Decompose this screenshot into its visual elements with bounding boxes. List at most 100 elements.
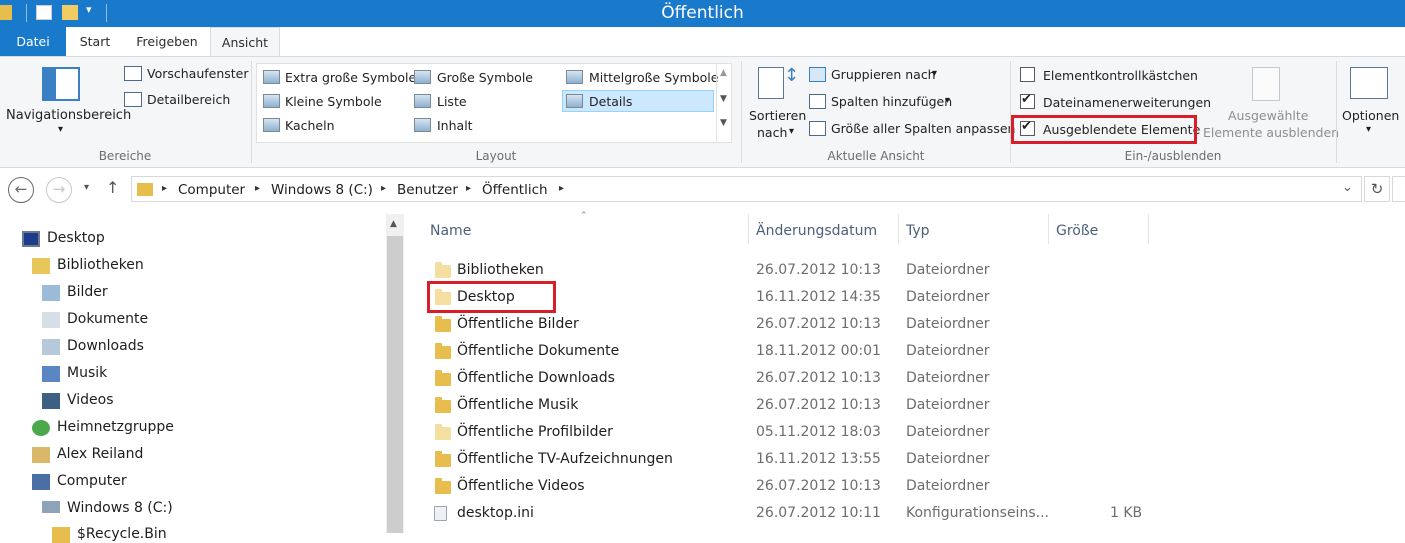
breadcrumb-drive[interactable]: Windows 8 (C:) (271, 182, 373, 198)
hide-selected-button[interactable]: Ausgewählte (1228, 108, 1308, 123)
forward-button[interactable]: → (46, 177, 72, 203)
nav-item-pictures[interactable]: Bilder (67, 284, 108, 300)
file-type: Dateiordner (906, 451, 990, 467)
nav-item-recycle-bin[interactable]: $Recycle.Bin (77, 526, 167, 542)
layout-extra-large-icons[interactable]: Extra große Symbole (285, 70, 416, 85)
fit-columns-button[interactable]: Größe aller Spalten anpassen (831, 121, 1015, 136)
recent-locations-icon[interactable]: ▾ (84, 182, 89, 193)
file-name[interactable]: Öffentliche TV-Aufzeichnungen (457, 451, 673, 467)
navigation-scrollbar[interactable]: ▲ (386, 214, 404, 533)
table-row[interactable]: Öffentliche Dokumente 18.11.2012 00:01 D… (424, 341, 1154, 363)
up-button[interactable]: ↑ (106, 178, 119, 197)
item-checkboxes-label[interactable]: Elementkontrollkästchen (1043, 68, 1198, 83)
nav-item-videos[interactable]: Videos (67, 392, 114, 408)
nav-item-documents[interactable]: Dokumente (67, 311, 148, 327)
scroll-down-icon[interactable]: ▼ (720, 94, 727, 104)
hide-selected-button-line2[interactable]: Elemente ausblenden (1203, 125, 1339, 140)
address-field[interactable]: ▸ Computer ▸ Windows 8 (C:) ▸ Benutzer ▸… (131, 176, 1362, 202)
column-header-name[interactable]: Name (430, 223, 471, 239)
chevron-right-icon[interactable]: ▸ (559, 183, 564, 194)
chevron-right-icon[interactable]: ▸ (466, 183, 471, 194)
nav-item-libraries[interactable]: Bibliotheken (57, 257, 144, 273)
file-type: Dateiordner (906, 262, 990, 278)
file-name[interactable]: Bibliotheken (457, 262, 544, 278)
scrollbar-thumb[interactable] (387, 236, 403, 533)
column-divider[interactable] (1148, 214, 1149, 244)
options-button[interactable]: Optionen (1342, 108, 1399, 123)
nav-item-music[interactable]: Musik (67, 365, 107, 381)
chevron-right-icon[interactable]: ▸ (255, 183, 260, 194)
chevron-right-icon[interactable]: ▸ (381, 183, 386, 194)
large-icons-icon (414, 70, 431, 84)
breadcrumb-public[interactable]: Öffentlich (482, 182, 548, 198)
sort-by-button-line2[interactable]: nach (757, 125, 787, 140)
nav-item-desktop[interactable]: Desktop (47, 230, 105, 246)
table-row[interactable]: Bibliotheken 26.07.2012 10:13 Dateiordne… (424, 260, 1154, 282)
file-name[interactable]: Öffentliche Downloads (457, 370, 615, 386)
file-extensions-checkbox[interactable] (1020, 92, 1035, 109)
group-by-button[interactable]: Gruppieren nach (831, 67, 936, 82)
tab-file[interactable]: Datei (0, 27, 66, 56)
breadcrumb-computer[interactable]: Computer (178, 182, 245, 198)
search-box[interactable] (1392, 176, 1405, 202)
file-name[interactable]: Öffentliche Videos (457, 478, 585, 494)
back-button[interactable]: ← (8, 177, 34, 203)
details-pane-button[interactable]: Detailbereich (147, 92, 230, 107)
file-extensions-label[interactable]: Dateinamenerweiterungen (1043, 95, 1211, 110)
nav-item-user[interactable]: Alex Reiland (57, 446, 143, 462)
nav-item-homegroup[interactable]: Heimnetzgruppe (57, 419, 174, 435)
nav-item-downloads[interactable]: Downloads (67, 338, 144, 354)
file-name[interactable]: Öffentliche Musik (457, 397, 578, 413)
table-row[interactable]: Öffentliche Profilbilder 05.11.2012 18:0… (424, 422, 1154, 444)
tab-view[interactable]: Ansicht (210, 27, 280, 57)
layout-medium-icons[interactable]: Mittelgroße Symbole (589, 70, 718, 85)
table-row[interactable]: Öffentliche Downloads 26.07.2012 10:13 D… (424, 368, 1154, 390)
sort-by-button[interactable]: Sortieren (749, 108, 806, 123)
table-row[interactable]: desktop.ini 26.07.2012 10:11 Konfigurati… (424, 503, 1154, 525)
file-type: Dateiordner (906, 424, 990, 440)
sort-by-icon (758, 67, 784, 99)
breadcrumb-users[interactable]: Benutzer (397, 182, 458, 198)
file-name[interactable]: Öffentliche Dokumente (457, 343, 619, 359)
layout-gallery-scroll[interactable]: ▲ ▼ ▼ (716, 64, 732, 142)
table-row[interactable]: Öffentliche Musik 26.07.2012 10:13 Datei… (424, 395, 1154, 417)
more-icon[interactable]: ▼ (720, 118, 727, 128)
file-name[interactable]: Öffentliche Profilbilder (457, 424, 613, 440)
refresh-button[interactable]: ↻ (1364, 176, 1390, 202)
file-name[interactable]: Öffentliche Bilder (457, 316, 579, 332)
column-header-date[interactable]: Änderungsdatum (756, 223, 877, 239)
layout-details[interactable]: Details (589, 94, 632, 109)
medium-icons-icon (566, 70, 583, 84)
table-row[interactable]: Öffentliche TV-Aufzeichnungen 16.11.2012… (424, 449, 1154, 471)
details-pane-icon (124, 92, 142, 107)
tab-start[interactable]: Start (70, 27, 120, 56)
table-row[interactable]: Öffentliche Bilder 26.07.2012 10:13 Date… (424, 314, 1154, 336)
table-row[interactable]: Öffentliche Videos 26.07.2012 10:13 Date… (424, 476, 1154, 498)
column-divider[interactable] (1048, 214, 1049, 244)
nav-item-computer[interactable]: Computer (57, 473, 127, 489)
column-header-type[interactable]: Typ (906, 223, 930, 239)
layout-small-icons[interactable]: Kleine Symbole (285, 94, 382, 109)
layout-tiles[interactable]: Kacheln (285, 118, 335, 133)
chevron-right-icon[interactable]: ▸ (162, 183, 167, 194)
scroll-up-icon[interactable]: ▲ (720, 68, 727, 78)
layout-content[interactable]: Inhalt (437, 118, 473, 133)
tab-share[interactable]: Freigeben (128, 27, 206, 56)
column-divider[interactable] (748, 214, 749, 244)
layout-large-icons[interactable]: Große Symbole (437, 70, 533, 85)
add-columns-button[interactable]: Spalten hinzufügen (831, 94, 952, 109)
navigation-pane-icon (42, 67, 80, 101)
preview-pane-button[interactable]: Vorschaufenster (147, 66, 249, 81)
item-checkboxes-checkbox[interactable] (1020, 67, 1035, 82)
navigation-pane-button[interactable]: Navigationsbereich (6, 108, 131, 123)
scroll-up-icon[interactable]: ▲ (390, 219, 397, 229)
nav-item-drive[interactable]: Windows 8 (C:) (67, 500, 173, 516)
file-name[interactable]: desktop.ini (457, 505, 534, 521)
list-icon (414, 94, 431, 108)
layout-list[interactable]: Liste (437, 94, 467, 109)
column-divider[interactable] (898, 214, 899, 244)
column-header-size[interactable]: Größe (1056, 223, 1098, 239)
layout-details-selected[interactable] (562, 90, 714, 112)
drive-icon (42, 501, 60, 513)
address-dropdown-icon[interactable]: ⌄ (1342, 180, 1353, 195)
